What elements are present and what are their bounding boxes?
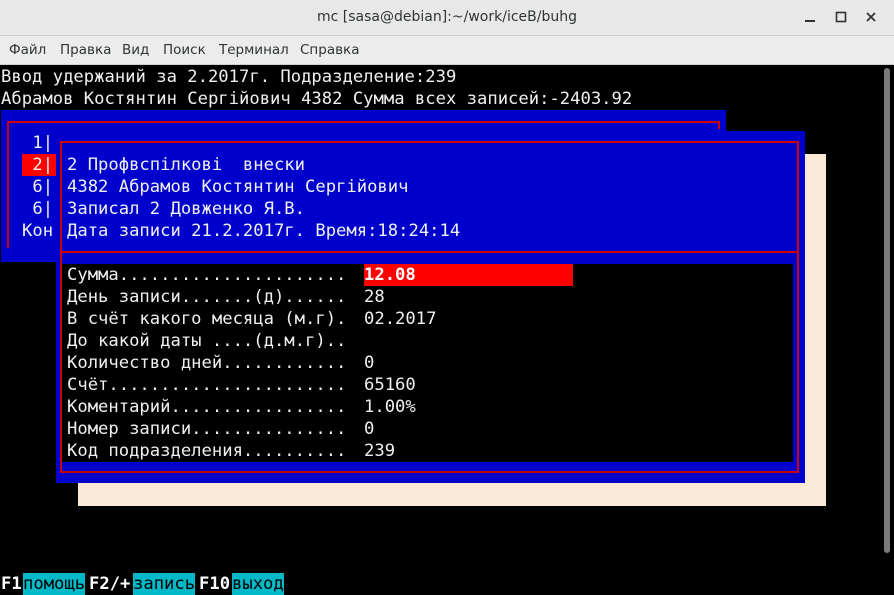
field-label-comment: Коментарий................. bbox=[67, 397, 347, 417]
list-item[interactable]: 6| bbox=[22, 176, 53, 198]
f2-save-button[interactable]: запись bbox=[133, 573, 196, 595]
days-count-input[interactable]: 0 bbox=[364, 352, 374, 374]
list-item[interactable]: 6| bbox=[22, 198, 53, 220]
month-input[interactable]: 02.2017 bbox=[364, 308, 436, 330]
f10-exit-button[interactable]: выход bbox=[232, 573, 284, 595]
scrollbar-thumb[interactable] bbox=[884, 68, 890, 553]
list-frame bbox=[7, 121, 720, 129]
menu-bar: Файл Правка Вид Поиск Терминал Справка bbox=[0, 36, 894, 65]
recorded-by: Записал 2 Довженко Я.В. bbox=[67, 199, 305, 219]
menu-terminal[interactable]: Терминал bbox=[219, 42, 289, 58]
menu-edit[interactable]: Правка bbox=[60, 42, 111, 58]
field-label-account: Счёт....................... bbox=[67, 375, 347, 395]
menu-help[interactable]: Справка bbox=[300, 42, 359, 58]
close-icon[interactable] bbox=[863, 9, 879, 25]
minimize-icon[interactable] bbox=[802, 9, 818, 25]
field-label-day: День записи.......(д)...... bbox=[67, 287, 347, 307]
deduction-name: 2 Профвспілкові внески bbox=[67, 155, 305, 175]
dialog-separator bbox=[62, 251, 797, 253]
f2-key[interactable]: F2/+ bbox=[89, 573, 130, 595]
menu-search[interactable]: Поиск bbox=[163, 42, 206, 58]
list-item-selected[interactable]: 2| bbox=[22, 154, 53, 176]
f10-key[interactable]: F10 bbox=[199, 573, 230, 595]
account-input[interactable]: 65160 bbox=[364, 374, 416, 396]
record-date: Дата записи 21.2.2017г. Время:18:24:14 bbox=[67, 221, 461, 241]
employee-name: 4382 Абрамов Костянтин Сергійович bbox=[67, 177, 409, 197]
menu-file[interactable]: Файл bbox=[9, 42, 46, 58]
window-titlebar: mc [sasa@debian]:~/work/iceB/buhg bbox=[0, 0, 894, 36]
field-label-record-number: Номер записи............... bbox=[67, 419, 347, 439]
field-label-department-code: Код подразделения.......... bbox=[67, 441, 347, 461]
comment-input[interactable]: 1.00% bbox=[364, 396, 416, 418]
f1-help-button[interactable]: помощь bbox=[23, 573, 86, 595]
menu-view[interactable]: Вид bbox=[122, 42, 149, 58]
field-label-sum: Сумма...................... bbox=[67, 265, 347, 285]
maximize-icon[interactable] bbox=[833, 9, 849, 25]
record-number-input[interactable]: 0 bbox=[364, 418, 374, 440]
header-line-1: Ввод удержаний за 2.2017г. Подразделение… bbox=[1, 67, 457, 87]
department-code-input[interactable]: 239 bbox=[364, 440, 395, 462]
field-label-until-date: До какой даты ....(д.м.г).. bbox=[67, 331, 347, 351]
field-label-days-count: Количество дней............ bbox=[67, 353, 347, 373]
sum-input[interactable]: 12.08 bbox=[364, 264, 416, 286]
list-item[interactable]: 1| bbox=[22, 132, 53, 154]
f1-key[interactable]: F1 bbox=[1, 573, 22, 595]
day-input[interactable]: 28 bbox=[364, 286, 385, 308]
list-item[interactable]: Кон bbox=[22, 220, 53, 242]
field-label-month: В счёт какого месяца (м.г). bbox=[67, 309, 347, 329]
window-title: mc [sasa@debian]:~/work/iceB/buhg bbox=[317, 9, 577, 25]
header-line-2: Абрамов Костянтин Сергійович 4382 Сумма … bbox=[1, 89, 633, 109]
list-frame-left bbox=[7, 121, 9, 248]
